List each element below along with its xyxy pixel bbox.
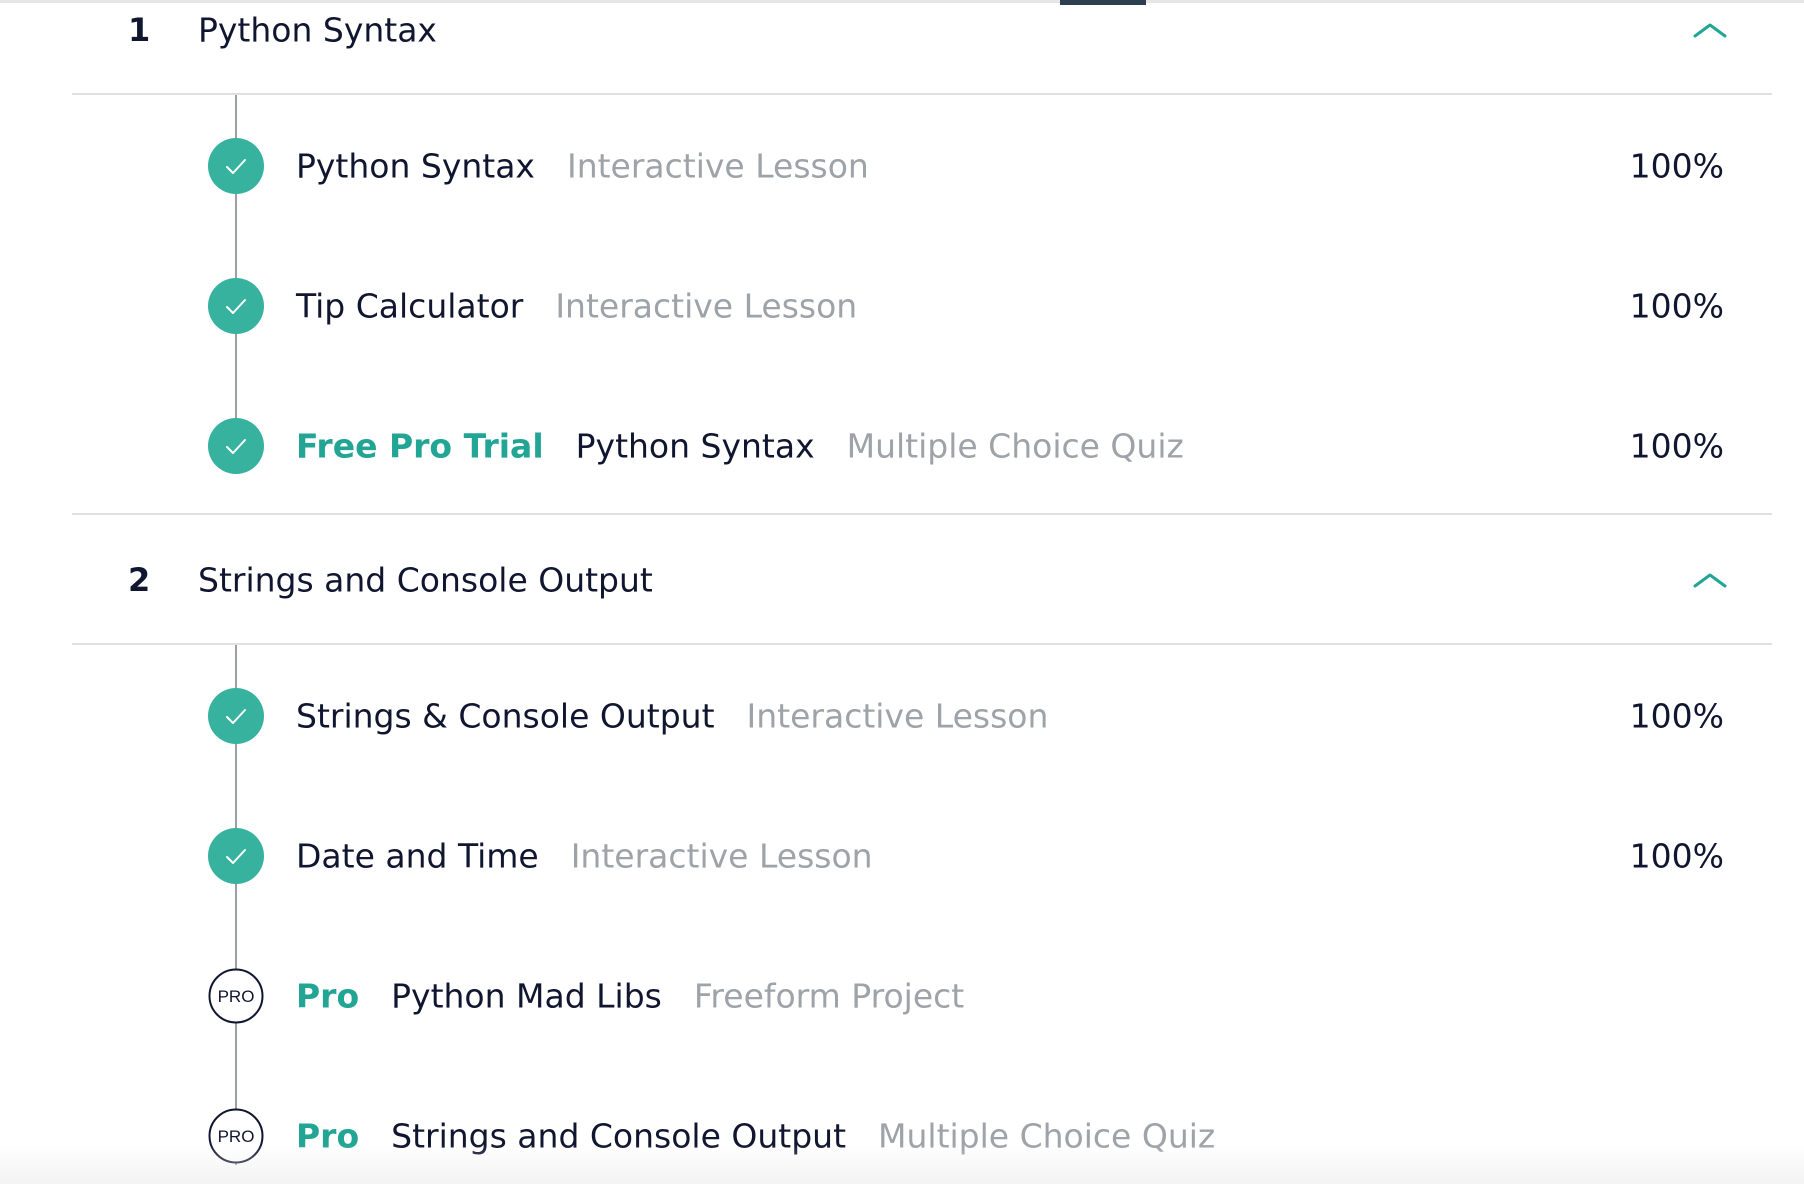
lesson-name: Python Syntax (575, 426, 815, 466)
section-divider (72, 513, 1772, 515)
lesson-row[interactable]: PRO Pro Strings and Console Output Multi… (72, 1076, 1772, 1196)
lesson-progress: 100% (1629, 696, 1724, 736)
pro-icon: PRO (208, 968, 264, 1024)
chevron-up-icon[interactable] (1692, 570, 1728, 590)
lesson-row[interactable]: Python Syntax Interactive Lesson 100% (72, 106, 1772, 226)
check-icon (208, 688, 264, 744)
lesson-progress: 100% (1629, 146, 1724, 186)
lesson-name: Python Mad Libs (391, 976, 662, 1016)
lesson-name: Tip Calculator (296, 286, 524, 326)
check-icon (208, 138, 264, 194)
lesson-row[interactable]: Date and Time Interactive Lesson 100% (72, 796, 1772, 916)
check-icon (208, 278, 264, 334)
pro-badge: Pro (296, 976, 360, 1016)
check-icon (208, 418, 264, 474)
section-divider (72, 643, 1772, 645)
lesson-row[interactable]: Strings & Console Output Interactive Les… (72, 656, 1772, 776)
section-header-1[interactable]: 1 Python Syntax (72, 0, 1772, 80)
section-number: 2 (128, 561, 151, 599)
section-header-2[interactable]: 2 Strings and Console Output (72, 530, 1772, 630)
pro-icon: PRO (208, 1108, 264, 1164)
section-title: Python Syntax (198, 10, 437, 50)
section-divider (72, 93, 1772, 95)
pro-icon-label: PRO (218, 987, 255, 1006)
chevron-up-icon[interactable] (1692, 20, 1728, 40)
lesson-progress: 100% (1629, 286, 1724, 326)
lesson-type: Interactive Lesson (566, 146, 869, 186)
lesson-row[interactable]: Tip Calculator Interactive Lesson 100% (72, 246, 1772, 366)
free-pro-trial-badge: Free Pro Trial (296, 426, 544, 466)
lesson-type: Interactive Lesson (746, 696, 1049, 736)
lesson-type: Interactive Lesson (555, 286, 858, 326)
lesson-progress: 100% (1629, 426, 1724, 466)
lesson-name: Strings & Console Output (296, 696, 715, 736)
lesson-row[interactable]: PRO Pro Python Mad Libs Freeform Project (72, 936, 1772, 1056)
lesson-row[interactable]: Free Pro Trial Python Syntax Multiple Ch… (72, 386, 1772, 506)
lesson-type: Multiple Choice Quiz (878, 1116, 1216, 1156)
lesson-type: Interactive Lesson (570, 836, 873, 876)
lesson-name: Python Syntax (296, 146, 535, 186)
lesson-type: Freeform Project (693, 976, 965, 1016)
check-icon (208, 828, 264, 884)
lesson-name: Date and Time (296, 836, 539, 876)
lesson-name: Strings and Console Output (391, 1116, 847, 1156)
lesson-type: Multiple Choice Quiz (846, 426, 1184, 466)
section-title: Strings and Console Output (198, 560, 653, 600)
pro-icon-label: PRO (218, 1127, 255, 1146)
section-number: 1 (128, 11, 151, 49)
pro-badge: Pro (296, 1116, 360, 1156)
lesson-progress: 100% (1629, 836, 1724, 876)
